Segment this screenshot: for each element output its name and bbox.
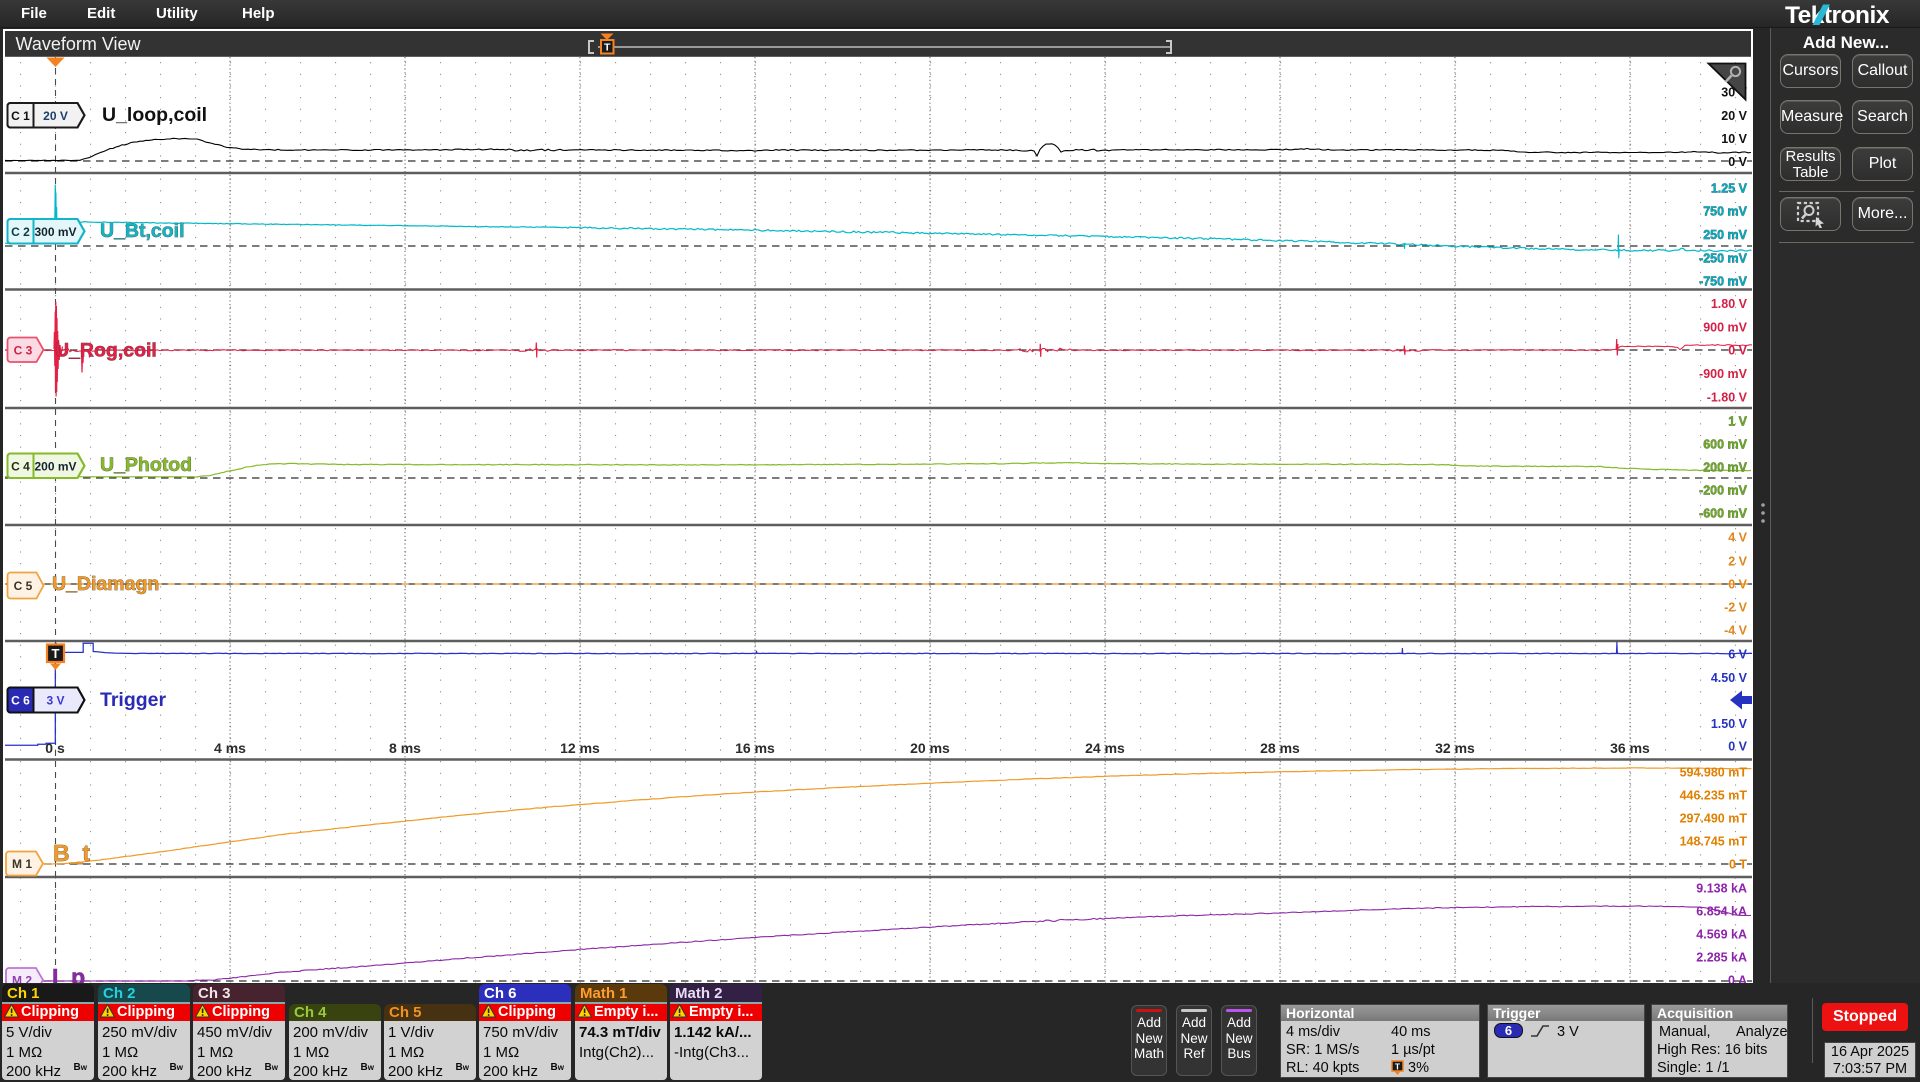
svg-text:28 ms: 28 ms [1260,740,1300,756]
svg-text:1 V: 1 V [1728,414,1747,428]
svg-text:B_t: B_t [53,840,90,866]
svg-text:20 V: 20 V [43,109,68,123]
svg-text:0 T: 0 T [1729,857,1747,871]
svg-text:3 V: 3 V [46,694,64,708]
svg-text:16 ms: 16 ms [735,740,775,756]
svg-text:C 1: C 1 [11,109,30,123]
svg-text:1.80 V: 1.80 V [1711,297,1748,311]
svg-text:24 ms: 24 ms [1085,740,1125,756]
svg-text:1.25 V: 1.25 V [1711,181,1748,195]
svg-text:U_Rog,coil: U_Rog,coil [55,340,157,362]
svg-text:4 V: 4 V [1728,530,1747,544]
svg-text:36 ms: 36 ms [1610,740,1650,756]
svg-text:T: T [52,646,60,661]
svg-text:20 ms: 20 ms [910,740,950,756]
svg-text:250 mV: 250 mV [1703,228,1747,242]
svg-text:U_loop,coil: U_loop,coil [102,104,207,126]
svg-text:4.569 kA: 4.569 kA [1696,927,1747,941]
svg-text:446.235 mT: 446.235 mT [1680,788,1748,802]
svg-text:8 ms: 8 ms [389,740,421,756]
svg-text:C 3: C 3 [14,343,33,357]
svg-text:4 ms: 4 ms [214,740,246,756]
svg-text:297.490 mT: 297.490 mT [1680,811,1748,825]
svg-text:6.854 kA: 6.854 kA [1696,904,1747,918]
svg-text:U_Photod: U_Photod [100,454,192,476]
svg-text:-250 mV: -250 mV [1699,251,1748,265]
svg-text:Trigger: Trigger [100,689,167,711]
svg-text:C 4: C 4 [11,459,30,473]
svg-text:T: T [603,41,610,53]
svg-text:900 mV: 900 mV [1703,320,1747,334]
svg-text:0 V: 0 V [1728,739,1747,753]
svg-text:-900 mV: -900 mV [1699,367,1748,381]
svg-text:-600 mV: -600 mV [1699,506,1748,520]
svg-text:U_Bt,coil: U_Bt,coil [100,220,185,242]
svg-text:U_Diamagn: U_Diamagn [52,573,159,595]
svg-text:-750 mV: -750 mV [1699,274,1748,288]
svg-text:9.138 kA: 9.138 kA [1696,881,1747,895]
svg-text:C 6: C 6 [11,694,30,708]
svg-text:4.50 V: 4.50 V [1711,671,1748,685]
svg-text:C 5: C 5 [14,579,33,593]
svg-text:0 V: 0 V [1728,577,1747,591]
svg-text:C 2: C 2 [11,225,30,239]
svg-text:-4 V: -4 V [1724,623,1748,637]
svg-text:200 mV: 200 mV [1703,460,1747,474]
svg-text:148.745 mT: 148.745 mT [1680,834,1748,848]
svg-text:-1.80 V: -1.80 V [1707,390,1748,404]
svg-text:750 mV: 750 mV [1703,204,1747,218]
svg-text:6 V: 6 V [1728,647,1747,661]
svg-text:2.285 kA: 2.285 kA [1696,950,1747,964]
svg-text:0 V: 0 V [1728,343,1747,357]
svg-text:594.980 mT: 594.980 mT [1680,765,1748,779]
svg-text:I_p: I_p [52,964,85,985]
svg-text:20 V: 20 V [1721,109,1747,123]
svg-text:32 ms: 32 ms [1435,740,1475,756]
svg-text:Tektronix: Tektronix [1785,2,1890,28]
svg-text:-200 mV: -200 mV [1699,483,1748,497]
svg-text:12 ms: 12 ms [560,740,600,756]
svg-text:0 s: 0 s [45,740,65,756]
svg-text:1.50 V: 1.50 V [1711,717,1748,731]
svg-text:T: T [1395,1062,1401,1072]
svg-text:300 mV: 300 mV [34,225,76,239]
svg-text:200 mV: 200 mV [34,459,76,473]
svg-text:0 V: 0 V [1728,155,1747,169]
svg-text:600 mV: 600 mV [1703,437,1747,451]
svg-text:10 V: 10 V [1721,132,1747,146]
svg-text:-2 V: -2 V [1724,600,1748,614]
svg-text:M 1: M 1 [12,857,32,871]
svg-text:2 V: 2 V [1728,554,1747,568]
